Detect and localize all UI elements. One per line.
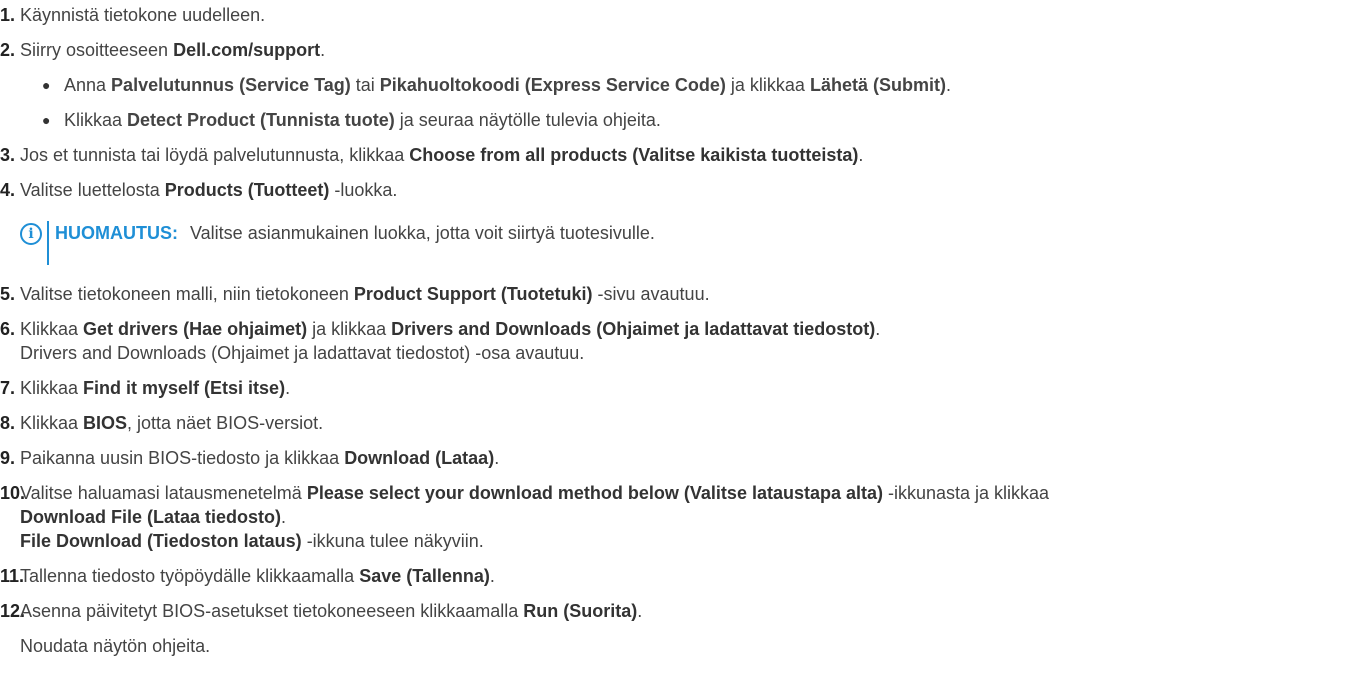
step-number: 6. (0, 319, 16, 339)
step-text: Asenna päivitetyt BIOS-asetukset tietoko… (20, 600, 642, 622)
plain-text: , jotta näet BIOS-versiot. (127, 413, 324, 433)
step-continuation-text: Noudata näytön ohjeita. (20, 636, 211, 656)
note-callout: i HUOMAUTUS: Valitse asianmukainen luokk… (20, 221, 820, 266)
plain-text: ja seuraa näytölle tulevia ohjeita. (394, 110, 661, 130)
plain-text: ja klikkaa (725, 75, 810, 95)
step-text: Klikkaa BIOS, jotta näet BIOS-versiot. (20, 412, 323, 434)
bullet-dot: ● (42, 112, 51, 128)
step-number: 9. (0, 448, 16, 468)
info-icon: i (20, 223, 42, 245)
bold-text: File Download (Tiedoston lataus) (20, 531, 302, 551)
plain-text: -sivu avautuu. (592, 284, 710, 304)
bold-text: Product Support (Tuotetuki) (353, 284, 593, 304)
step-text: Tallenna tiedosto työpöydälle klikkaamal… (20, 565, 495, 587)
plain-text: Klikkaa (20, 319, 84, 339)
plain-text: -ikkunasta ja klikkaa (883, 483, 1050, 503)
step-number: 2. (0, 40, 16, 60)
bold-text: Drivers and Downloads (Ohjaimet ja ladat… (391, 319, 876, 339)
plain-text: -luokka. (329, 180, 398, 200)
plain-text: . (637, 601, 643, 621)
step-text: Käynnistä tietokone uudelleen. (20, 4, 265, 26)
step-text: Siirry osoitteeseen Dell.com/support. (20, 39, 325, 61)
bold-text: Palvelutunnus (Service Tag) (111, 75, 351, 95)
plain-text: . (858, 145, 864, 165)
bold-text: Products (Tuotteet) (164, 180, 330, 200)
step-number: 5. (0, 284, 16, 304)
bold-text: Download (Lataa) (344, 448, 495, 468)
step-text: Valitse haluamasi latausmenetelmä Please… (20, 482, 1049, 504)
step-continuation-text: Download File (Lataa tiedosto). (20, 506, 286, 528)
step-continuation-text: Drivers and Downloads (Ohjaimet ja ladat… (20, 343, 585, 363)
plain-text: Klikkaa (20, 413, 84, 433)
plain-text: Asenna päivitetyt BIOS-asetukset tietoko… (20, 601, 524, 621)
plain-text: Jos et tunnista tai löydä palvelutunnust… (20, 145, 410, 165)
plain-text: Paikanna uusin BIOS-tiedosto ja klikkaa (20, 448, 345, 468)
plain-text: Klikkaa (64, 110, 128, 130)
step-text: Jos et tunnista tai löydä palvelutunnust… (20, 144, 863, 166)
bold-text: Get drivers (Hae ohjaimet) (83, 319, 308, 339)
plain-text: Klikkaa (20, 378, 84, 398)
plain-text: . (945, 75, 951, 95)
plain-text: . (320, 40, 326, 60)
bullet-text: Klikkaa Detect Product (Tunnista tuote) … (64, 109, 661, 131)
step-text: Klikkaa Get drivers (Hae ohjaimet) ja kl… (20, 318, 880, 340)
note-label: HUOMAUTUS: (55, 223, 178, 243)
note-divider (47, 221, 49, 265)
plain-text: ja klikkaa (307, 319, 392, 339)
step-number: 7. (0, 378, 16, 398)
step-continuation-text: File Download (Tiedoston lataus) -ikkuna… (20, 530, 484, 552)
bold-text: Pikahuoltokoodi (Express Service Code) (379, 75, 726, 95)
bold-text: Choose from all products (Valitse kaikis… (409, 145, 859, 165)
step-text: Valitse tietokoneen malli, niin tietokon… (20, 283, 710, 305)
plain-text: Tallenna tiedosto työpöydälle klikkaamal… (20, 566, 360, 586)
plain-text: . (494, 448, 500, 468)
plain-text: Siirry osoitteeseen (20, 40, 174, 60)
bold-text: Lähetä (Submit) (809, 75, 946, 95)
step-text: Paikanna uusin BIOS-tiedosto ja klikkaa … (20, 447, 499, 469)
step-text: Valitse luettelosta Products (Tuotteet) … (20, 179, 397, 201)
plain-text: . (281, 507, 287, 527)
instructions-document: 1. Käynnistä tietokone uudelleen. 2. Sii… (0, 0, 1367, 698)
bullet-text: Anna Palvelutunnus (Service Tag) tai Pik… (64, 74, 951, 96)
bold-text: Run (Suorita) (523, 601, 638, 621)
plain-text: . (489, 566, 495, 586)
plain-text: -ikkuna tulee näkyviin. (301, 531, 484, 551)
plain-text: Valitse haluamasi latausmenetelmä (20, 483, 307, 503)
bullet-dot: ● (42, 77, 51, 93)
plain-text: Valitse luettelosta (20, 180, 165, 200)
step-number: 3. (0, 145, 16, 165)
note-text: Valitse asianmukainen luokka, jotta voit… (190, 223, 655, 243)
plain-text: . (875, 319, 881, 339)
plain-text: tai (350, 75, 380, 95)
step-number: 4. (0, 180, 16, 200)
plain-text: Valitse tietokoneen malli, niin tietokon… (20, 284, 354, 304)
bold-text: Save (Tallenna) (359, 566, 490, 586)
bold-text: BIOS (83, 413, 128, 433)
bold-text: Download File (Lataa tiedosto) (20, 507, 282, 527)
plain-text: Käynnistä tietokone uudelleen. (20, 5, 266, 25)
bold-text: Find it myself (Etsi itse) (83, 378, 286, 398)
bold-text: Dell.com/support (173, 40, 321, 60)
bold-text: Please select your download method below… (306, 483, 883, 503)
plain-text: . (285, 378, 291, 398)
step-number: 1. (0, 5, 16, 25)
step-text: Klikkaa Find it myself (Etsi itse). (20, 377, 290, 399)
plain-text: Anna (64, 75, 112, 95)
bold-text: Detect Product (Tunnista tuote) (127, 110, 395, 130)
step-number: 8. (0, 413, 16, 433)
